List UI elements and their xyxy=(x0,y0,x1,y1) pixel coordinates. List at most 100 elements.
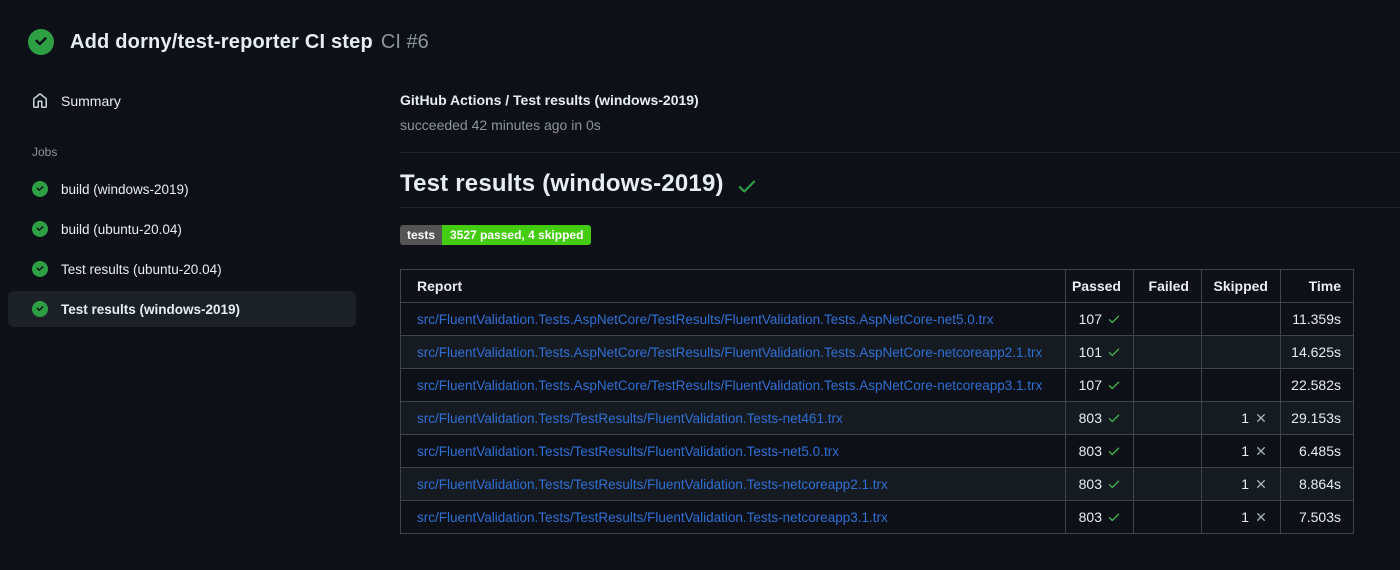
report-link[interactable]: src/FluentValidation.Tests/TestResults/F… xyxy=(417,477,888,492)
results-heading: Test results (windows-2019) xyxy=(400,170,724,197)
results-heading-row: Test results (windows-2019) xyxy=(400,170,1400,198)
sidebar-item-job[interactable]: Test results (windows-2019) xyxy=(8,291,356,327)
job-success-icon xyxy=(32,301,48,317)
skipped-x-icon xyxy=(1257,513,1265,521)
failed-cell xyxy=(1133,500,1202,534)
table-row: src/FluentValidation.Tests/TestResults/F… xyxy=(400,434,1354,468)
passed-cell: 107 xyxy=(1065,302,1134,336)
column-header-failed: Failed xyxy=(1133,269,1202,303)
report-cell: src/FluentValidation.Tests/TestResults/F… xyxy=(400,401,1066,435)
failed-cell xyxy=(1133,368,1202,402)
job-label: build (ubuntu-20.04) xyxy=(61,221,182,237)
time-cell: 22.582s xyxy=(1280,368,1354,402)
workflow-run-page: Add dorny/test-reporter CI step CI #6 Su… xyxy=(0,0,1400,570)
table-row: src/FluentValidation.Tests.AspNetCore/Te… xyxy=(400,335,1354,369)
job-label: build (windows-2019) xyxy=(61,181,189,197)
passed-check-icon xyxy=(1108,348,1120,357)
report-link[interactable]: src/FluentValidation.Tests/TestResults/F… xyxy=(417,411,843,426)
column-header-time: Time xyxy=(1280,269,1354,303)
sidebar-item-job[interactable]: build (ubuntu-20.04) xyxy=(8,211,356,247)
table-header-row: Report Passed Failed Skipped Time xyxy=(400,269,1354,303)
report-cell: src/FluentValidation.Tests.AspNetCore/Te… xyxy=(400,368,1066,402)
tests-badge-label: tests xyxy=(400,225,443,245)
skipped-x-icon xyxy=(1257,480,1265,488)
failed-cell xyxy=(1133,467,1202,501)
time-cell: 8.864s xyxy=(1280,467,1354,501)
job-label: Test results (ubuntu-20.04) xyxy=(61,261,222,277)
column-header-report: Report xyxy=(400,269,1066,303)
passed-check-icon xyxy=(1108,381,1120,390)
time-cell: 14.625s xyxy=(1280,335,1354,369)
report-cell: src/FluentValidation.Tests/TestResults/F… xyxy=(400,467,1066,501)
passed-cell: 803 xyxy=(1065,500,1134,534)
passed-cell: 107 xyxy=(1065,368,1134,402)
failed-cell xyxy=(1133,335,1202,369)
time-cell: 11.359s xyxy=(1280,302,1354,336)
sidebar: Summary Jobs build (windows-2019) build … xyxy=(0,83,400,534)
table-row: src/FluentValidation.Tests/TestResults/F… xyxy=(400,467,1354,501)
skipped-cell: 1 xyxy=(1201,434,1281,468)
run-number: CI #6 xyxy=(380,30,429,53)
failed-cell xyxy=(1133,401,1202,435)
check-run-name: GitHub Actions / Test results (windows-2… xyxy=(400,92,699,108)
skipped-cell: 1 xyxy=(1201,401,1281,435)
sidebar-item-job[interactable]: build (windows-2019) xyxy=(8,171,356,207)
passed-cell: 803 xyxy=(1065,401,1134,435)
divider xyxy=(400,207,1400,208)
report-link[interactable]: src/FluentValidation.Tests.AspNetCore/Te… xyxy=(417,378,1042,393)
skipped-cell xyxy=(1201,335,1281,369)
table-row: src/FluentValidation.Tests.AspNetCore/Te… xyxy=(400,302,1354,336)
report-link[interactable]: src/FluentValidation.Tests/TestResults/F… xyxy=(417,510,888,525)
table-row: src/FluentValidation.Tests/TestResults/F… xyxy=(400,500,1354,534)
column-header-passed: Passed xyxy=(1065,269,1134,303)
skipped-cell xyxy=(1201,302,1281,336)
sidebar-summary-label: Summary xyxy=(61,93,121,109)
run-title: Add dorny/test-reporter CI step xyxy=(70,30,373,53)
passed-check-icon xyxy=(1108,480,1120,489)
report-link[interactable]: src/FluentValidation.Tests/TestResults/F… xyxy=(417,444,839,459)
column-header-skipped: Skipped xyxy=(1201,269,1281,303)
job-success-icon xyxy=(32,261,48,277)
report-link[interactable]: src/FluentValidation.Tests.AspNetCore/Te… xyxy=(417,312,994,327)
passed-check-icon xyxy=(1108,315,1120,324)
report-link[interactable]: src/FluentValidation.Tests.AspNetCore/Te… xyxy=(417,345,1042,360)
passed-cell: 101 xyxy=(1065,335,1134,369)
time-cell: 6.485s xyxy=(1280,434,1354,468)
sidebar-jobs-list: build (windows-2019) build (ubuntu-20.04… xyxy=(8,171,356,327)
failed-cell xyxy=(1133,434,1202,468)
home-icon xyxy=(33,93,47,108)
skipped-cell: 1 xyxy=(1201,500,1281,534)
time-cell: 29.153s xyxy=(1280,401,1354,435)
divider xyxy=(400,152,1400,153)
run-success-icon xyxy=(28,29,54,55)
passed-cell: 803 xyxy=(1065,434,1134,468)
test-results-table: Report Passed Failed Skipped Time src/Fl… xyxy=(400,269,1354,534)
table-row: src/FluentValidation.Tests.AspNetCore/Te… xyxy=(400,368,1354,402)
run-header: Add dorny/test-reporter CI step CI #6 xyxy=(0,0,1400,55)
table-row: src/FluentValidation.Tests/TestResults/F… xyxy=(400,401,1354,435)
report-cell: src/FluentValidation.Tests.AspNetCore/Te… xyxy=(400,302,1066,336)
failed-cell xyxy=(1133,302,1202,336)
main-content: GitHub Actions / Test results (windows-2… xyxy=(400,83,1400,534)
tests-badge: tests 3527 passed, 4 skipped xyxy=(400,225,592,245)
success-check-icon xyxy=(738,180,755,193)
job-success-icon xyxy=(32,221,48,237)
sidebar-item-summary[interactable]: Summary xyxy=(8,83,356,119)
table-body: src/FluentValidation.Tests.AspNetCore/Te… xyxy=(400,302,1354,534)
job-success-icon xyxy=(32,181,48,197)
sidebar-item-job[interactable]: Test results (ubuntu-20.04) xyxy=(8,251,356,287)
passed-cell: 803 xyxy=(1065,467,1134,501)
skipped-cell xyxy=(1201,368,1281,402)
skipped-cell: 1 xyxy=(1201,467,1281,501)
skipped-x-icon xyxy=(1257,447,1265,455)
report-cell: src/FluentValidation.Tests.AspNetCore/Te… xyxy=(400,335,1066,369)
jobs-heading: Jobs xyxy=(32,145,58,159)
passed-check-icon xyxy=(1108,447,1120,456)
skipped-x-icon xyxy=(1257,414,1265,422)
report-cell: src/FluentValidation.Tests/TestResults/F… xyxy=(400,434,1066,468)
passed-check-icon xyxy=(1108,414,1120,423)
job-label: Test results (windows-2019) xyxy=(61,301,241,317)
report-cell: src/FluentValidation.Tests/TestResults/F… xyxy=(400,500,1066,534)
passed-check-icon xyxy=(1108,513,1120,522)
check-run-status: succeeded 42 minutes ago in 0s xyxy=(400,117,601,133)
